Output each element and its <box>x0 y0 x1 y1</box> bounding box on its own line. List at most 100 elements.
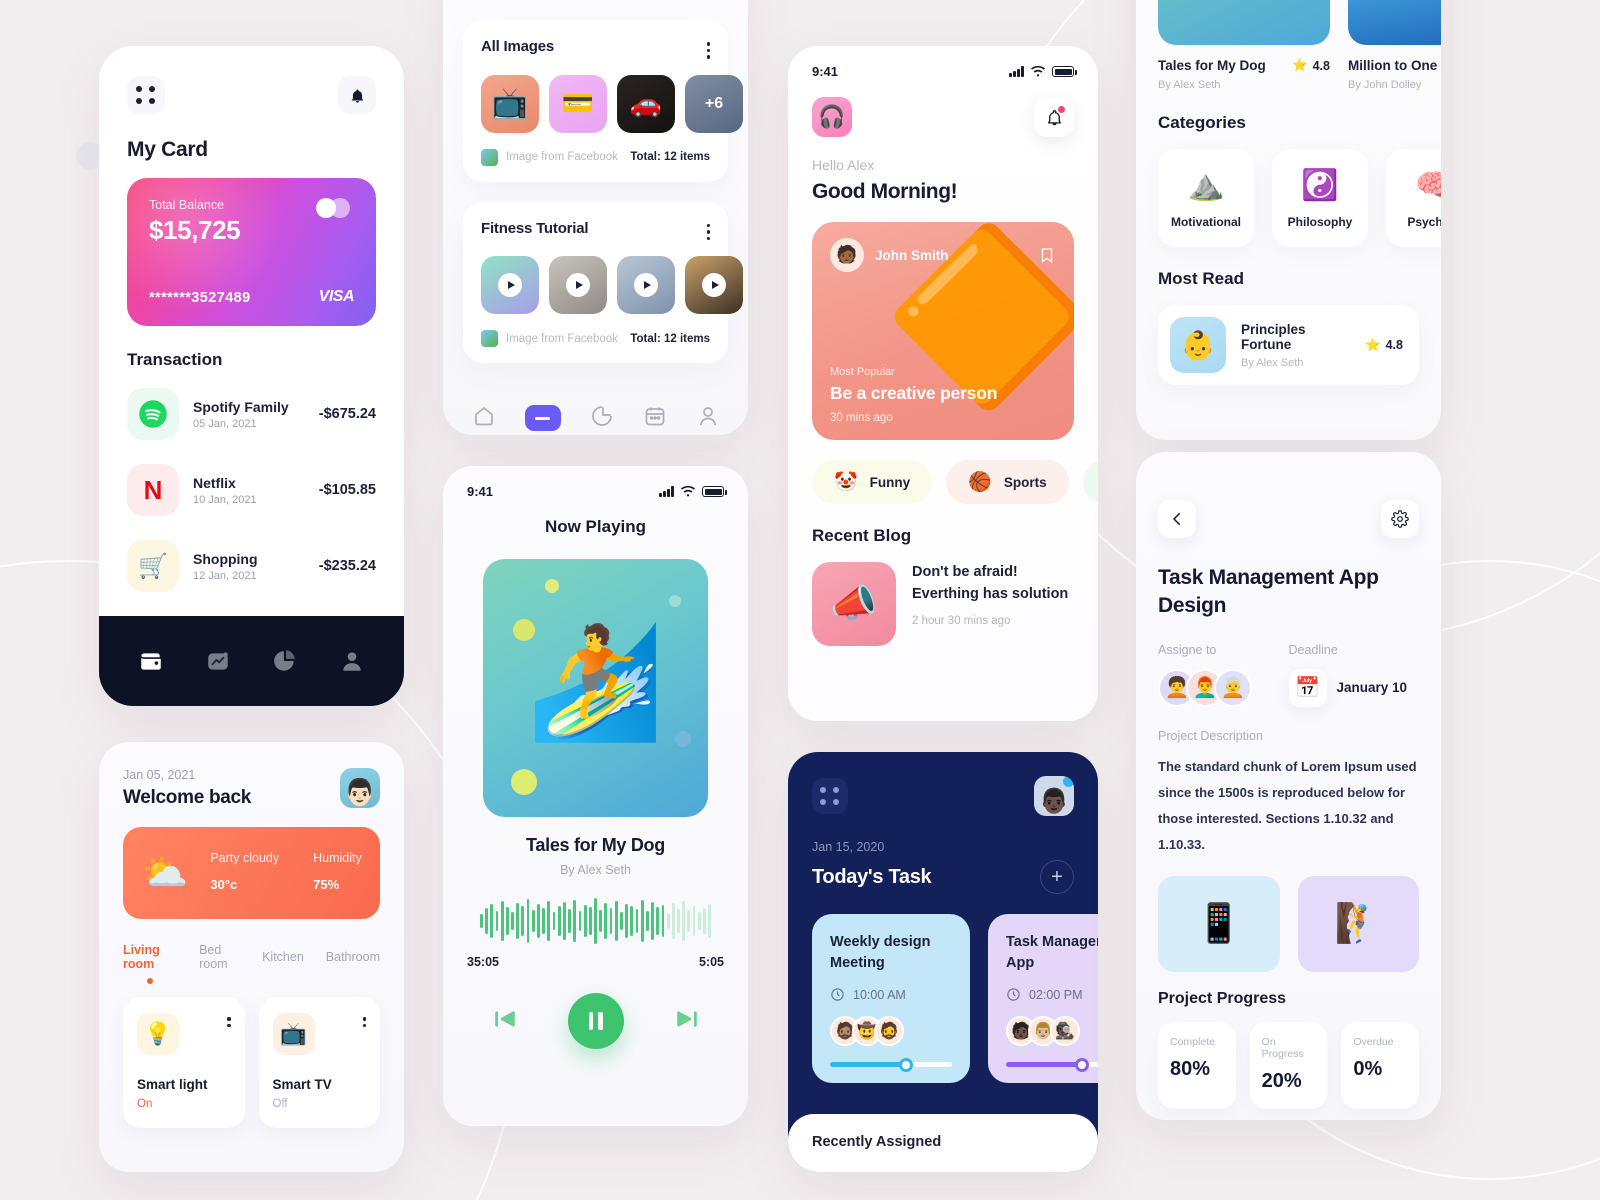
book-author: By John Dolley <box>1348 79 1422 91</box>
play-icon <box>634 273 658 297</box>
section-title-transaction: Transaction <box>127 350 223 369</box>
status-time: 9:41 <box>812 64 839 79</box>
gear-icon[interactable] <box>1381 500 1419 538</box>
baby-character-icon: 👶 <box>1170 317 1226 373</box>
list-item[interactable]: 📣 Don't be afraid! Everthing has solutio… <box>812 562 1074 646</box>
attachment-thumbnail[interactable]: 📱 <box>1158 875 1280 972</box>
tab-bed-room[interactable]: Bed room <box>199 943 240 971</box>
avatar[interactable]: 👨🏻 <box>340 768 380 808</box>
person-icon[interactable] <box>339 648 365 674</box>
song-title: Tales for My Dog <box>526 835 665 855</box>
featured-article-card[interactable]: 🔶 🧑🏾 John Smith Most Popular Be a creati… <box>812 222 1074 440</box>
skip-forward-icon[interactable] <box>674 1006 700 1037</box>
pause-icon[interactable] <box>567 993 624 1049</box>
table-row[interactable]: N Netflix 10 Jan, 2021 -$105.85 <box>127 452 376 528</box>
tab-living-room[interactable]: Living room <box>123 943 177 971</box>
pie-chart-icon[interactable] <box>272 648 298 674</box>
blog-time: 2 hour 30 mins ago <box>912 614 1011 627</box>
total-count: Total: 12 items <box>630 151 710 163</box>
task-card-weekly-design-meeting[interactable]: Weekly design Meeting 10:00 AM 🧔🏽 🤠 🧔 <box>812 914 970 1084</box>
list-item[interactable]: 👶 Principles Fortune By Alex Seth ⭐ 4.8 <box>1158 305 1419 385</box>
book-card[interactable]: 🏄 Tales for My Dog ⭐4.8 By Alex Seth <box>1158 0 1330 91</box>
video-thumbnail[interactable] <box>617 256 675 314</box>
add-task-button[interactable]: + <box>1040 860 1074 894</box>
category-motivational[interactable]: ⛰️ Motivational <box>1158 149 1254 247</box>
skip-back-icon[interactable] <box>492 1006 518 1037</box>
home-icon[interactable] <box>472 404 496 433</box>
transaction-amount: -$105.85 <box>318 482 376 498</box>
credit-card[interactable]: Total Balance $15,725 *******3527489 VIS… <box>127 178 376 326</box>
book-card[interactable]: 🏄‍♀️ Million to One By John Dolley <box>1348 0 1441 91</box>
more-options-icon[interactable] <box>706 38 710 59</box>
bookmark-icon[interactable] <box>1038 246 1056 264</box>
chip-funny[interactable]: 🤡 Funny <box>812 460 933 504</box>
thumbnail-overflow[interactable]: +6 <box>685 74 743 133</box>
chevron-left-icon[interactable] <box>1158 500 1196 538</box>
page-title: Task Management App Design <box>1158 566 1379 618</box>
album-art: 🏄 <box>483 559 708 817</box>
thumbnail-car[interactable]: 🚗 <box>617 74 675 133</box>
progress-slider[interactable] <box>1006 1057 1098 1072</box>
thumbnail-device[interactable]: 💳 <box>549 74 607 133</box>
chip-sports[interactable]: 🏀 Sports <box>946 460 1069 504</box>
table-row[interactable]: 🛒 Shopping 12 Jan, 2021 -$235.24 <box>127 528 376 604</box>
image-source: Image from Facebook <box>481 330 618 347</box>
star-icon: ⭐ <box>1292 58 1308 72</box>
category-philosophy[interactable]: ☯️ Philosophy <box>1272 149 1368 247</box>
calendar-icon[interactable] <box>643 404 667 433</box>
task-card-task-management-app[interactable]: Task Manageme App 02:00 PM 🧑🏿 👨🏼 🕵🏿 <box>988 914 1098 1084</box>
pie-chart-icon[interactable] <box>590 404 614 433</box>
bell-icon[interactable] <box>1034 97 1074 137</box>
room-tabs: Living room Bed room Kitchen Bathroom <box>123 943 380 971</box>
avatar[interactable]: 👨🏿 <box>1034 776 1074 816</box>
card-toggle[interactable] <box>316 198 354 218</box>
device-card-smart-light[interactable]: 💡 Smart light On <box>123 997 245 1128</box>
basketball-icon: 🏀 <box>968 472 992 493</box>
wallet-icon[interactable] <box>138 648 164 674</box>
tab-bathroom[interactable]: Bathroom <box>326 950 380 964</box>
transaction-name: Spotify Family <box>193 398 289 415</box>
avatar[interactable]: 🧑‍🦳 <box>1214 668 1252 707</box>
video-thumbnail[interactable] <box>481 256 539 314</box>
video-thumbnail[interactable] <box>549 256 607 314</box>
book-title: Million to One <box>1348 58 1438 73</box>
device-card-smart-tv[interactable]: 📺 Smart TV Off <box>258 997 380 1128</box>
progress-slider[interactable] <box>830 1057 952 1072</box>
attachment-thumbnail[interactable]: 🧗 <box>1297 875 1419 972</box>
status-bar: 9:41 <box>788 46 1098 79</box>
person-icon[interactable] <box>696 404 720 433</box>
chip-travel[interactable]: 🎪T <box>1082 460 1098 504</box>
bottom-navigation <box>443 383 748 435</box>
yin-yang-icon: ☯️ <box>1301 168 1339 202</box>
category-psychology[interactable]: 🧠Psycholo <box>1386 149 1441 247</box>
play-icon <box>702 273 726 297</box>
more-options-icon[interactable] <box>227 1013 231 1027</box>
todays-task-screen: 👨🏿 Jan 15, 2020 Today's Task + Weekly de… <box>788 752 1098 1172</box>
avatar[interactable]: 🎧 <box>812 97 852 137</box>
section-title-categories: Categories <box>1158 113 1246 132</box>
grid-dots-icon[interactable] <box>812 778 848 814</box>
playback-controls <box>443 993 748 1049</box>
description-label: Project Description <box>1158 728 1263 743</box>
mountain-icon: ⛰️ <box>1187 168 1225 202</box>
attachment-row: 📱 🧗 <box>1158 875 1419 972</box>
waveform[interactable] <box>443 895 748 947</box>
folder-icon[interactable] <box>524 405 561 431</box>
page-title: My Card <box>127 138 208 161</box>
task-title: Task Manageme App <box>1006 934 1098 972</box>
more-options-icon[interactable] <box>362 1013 366 1027</box>
table-row[interactable]: Spotify Family 05 Jan, 2021 -$675.24 <box>127 376 376 452</box>
thumbnail-tv[interactable]: 📺 <box>481 74 539 133</box>
grid-dots-icon[interactable] <box>127 76 165 114</box>
more-options-icon[interactable] <box>706 220 710 240</box>
video-thumbnail[interactable] <box>685 256 743 314</box>
wifi-icon <box>1031 65 1045 76</box>
section-title: Fitness Tutorial <box>481 219 589 237</box>
book-author: By Alex Seth <box>1241 356 1304 369</box>
weather-card: ⛅ Party cloudy 30°c Humidity 75% <box>123 827 380 919</box>
tab-kitchen[interactable]: Kitchen <box>262 950 304 964</box>
time-elapsed: 35:05 <box>467 955 499 969</box>
status-badge: Off <box>272 1098 288 1110</box>
chart-line-icon[interactable] <box>205 648 231 674</box>
bell-icon[interactable] <box>338 76 376 114</box>
